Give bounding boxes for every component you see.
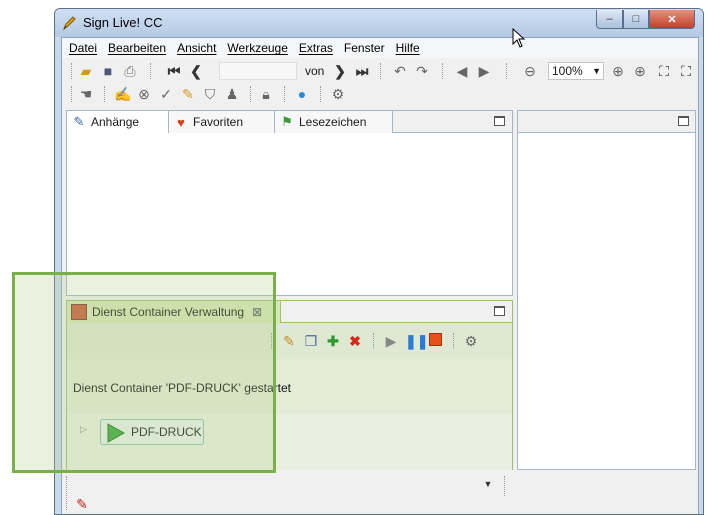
- maximize-button[interactable]: □: [623, 10, 649, 29]
- toolbar-separator: [250, 86, 251, 102]
- minimize-button[interactable]: –: [596, 10, 623, 29]
- status-signature-icon[interactable]: ✎: [74, 496, 90, 512]
- menu-hilfe[interactable]: Hilfe: [396, 41, 420, 55]
- mouse-cursor-icon: [512, 28, 526, 48]
- previous-page-icon[interactable]: ❮: [188, 63, 204, 79]
- zoom-in-icon[interactable]: ⊕: [610, 63, 626, 79]
- fit-width-icon[interactable]: ⛶: [678, 63, 694, 79]
- maximize-panel-button[interactable]: [494, 116, 505, 126]
- undo-icon[interactable]: ↶: [392, 63, 408, 79]
- close-button[interactable]: ✕: [649, 10, 695, 29]
- delete-icon[interactable]: ✖: [347, 333, 363, 349]
- tab-lesezeichen-label: Lesezeichen: [299, 115, 367, 129]
- signature-tool-icon[interactable]: ✍: [114, 86, 131, 102]
- tab-favoriten-label: Favoriten: [193, 115, 244, 129]
- menu-extras[interactable]: Extras: [299, 41, 333, 55]
- menu-fenster[interactable]: Fenster: [344, 41, 385, 55]
- toolbar-separator: [320, 86, 321, 102]
- document-panel: [517, 110, 696, 470]
- zoom-out-icon[interactable]: ⊖: [522, 63, 538, 79]
- maximize-panel-button[interactable]: [678, 116, 689, 126]
- stop-icon[interactable]: [427, 333, 443, 349]
- page-of-label: von: [305, 64, 325, 78]
- secondary-toolbar: ☚ ✍ ⊗ ✓ ✎ ⛉ ♟ 🔒︎ ● ⚙: [62, 83, 698, 105]
- toolbar-separator: [104, 86, 105, 102]
- user-icon[interactable]: ♟: [224, 86, 240, 102]
- maximize-panel-button[interactable]: [494, 306, 505, 316]
- attachments-tabbar: ✎ Anhänge ♥ Favoriten ⚑ Lesezeichen: [67, 111, 512, 133]
- toolbar-separator: [71, 86, 72, 102]
- pause-icon[interactable]: ❚❚: [405, 333, 428, 349]
- pen-nib-icon: [62, 16, 76, 31]
- page-number-input[interactable]: [219, 62, 297, 80]
- verify-icon[interactable]: ✓: [158, 86, 174, 102]
- toolbar-separator: [284, 86, 285, 102]
- forward-icon[interactable]: ▶: [476, 63, 492, 79]
- tab-favoriten[interactable]: ♥ Favoriten: [169, 111, 275, 133]
- lock-icon[interactable]: 🔒︎: [258, 86, 274, 102]
- toolbar-separator: [373, 333, 374, 349]
- chevron-down-icon[interactable]: ▼: [480, 476, 496, 492]
- toolbar-separator: [380, 63, 381, 79]
- back-icon[interactable]: ◀: [454, 63, 470, 79]
- hand-tool-icon[interactable]: ☚: [78, 86, 94, 102]
- play-icon[interactable]: ▶: [383, 333, 399, 349]
- toolbar-separator: [71, 63, 72, 79]
- first-page-icon[interactable]: ⏮: [166, 63, 182, 79]
- tab-anhaenge[interactable]: ✎ Anhänge: [67, 111, 169, 133]
- print-icon[interactable]: ⎙: [122, 63, 138, 79]
- tab-lesezeichen[interactable]: ⚑ Lesezeichen: [275, 111, 393, 133]
- paperclip-icon: ✎: [73, 114, 85, 129]
- zoom-select[interactable]: 100% ▼: [548, 62, 604, 80]
- heart-icon: ♥: [177, 114, 185, 130]
- save-icon[interactable]: ■: [100, 63, 116, 79]
- add-icon[interactable]: ✚: [325, 333, 341, 349]
- menu-bearbeiten[interactable]: Bearbeiten: [108, 41, 166, 55]
- stamp-icon[interactable]: ⊗: [136, 86, 152, 102]
- menu-bar: Datei Bearbeiten Ansicht Werkzeuge Extra…: [62, 38, 698, 58]
- toolbar-separator: [453, 333, 454, 349]
- toolbar-separator: [66, 476, 67, 510]
- document-tabbar: [518, 111, 695, 133]
- chevron-down-icon: ▼: [592, 66, 601, 76]
- last-page-icon[interactable]: ⏭: [354, 63, 370, 79]
- main-toolbar: ▰ ■ ⎙ ⏮ ❮ von ❯ ⏭ ↶ ↷ ◀ ▶ ⊖ 100% ▼ ⊕ ⊕ ⛶: [62, 60, 698, 82]
- toolbar-separator: [150, 63, 151, 79]
- highlight-box: [12, 272, 276, 473]
- zoom-tool-icon[interactable]: ⊕: [632, 63, 648, 79]
- sign-pen-icon[interactable]: ✎: [180, 86, 196, 102]
- menu-ansicht[interactable]: Ansicht: [177, 41, 216, 55]
- attachments-panel: ✎ Anhänge ♥ Favoriten ⚑ Lesezeichen: [66, 110, 513, 296]
- bottom-toolbar: ▼ ✎: [66, 474, 513, 512]
- settings-icon[interactable]: ⚙: [330, 86, 346, 102]
- toolbar-separator: [504, 476, 505, 496]
- settings-icon[interactable]: ⚙: [463, 333, 479, 349]
- redo-icon[interactable]: ↷: [414, 63, 430, 79]
- menu-datei[interactable]: Datei: [69, 41, 97, 55]
- globe-icon[interactable]: ●: [294, 86, 310, 102]
- window-title: Sign Live! CC: [83, 15, 163, 30]
- shield-icon[interactable]: ⛉: [202, 86, 218, 102]
- fit-page-icon[interactable]: ⛶: [656, 63, 672, 79]
- zoom-value: 100%: [552, 64, 583, 78]
- tab-anhaenge-label: Anhänge: [91, 115, 140, 129]
- toolbar-separator: [506, 63, 507, 79]
- bookmark-icon: ⚑: [281, 114, 293, 129]
- title-bar[interactable]: Sign Live! CC – □ ✕: [55, 9, 703, 37]
- menu-werkzeuge[interactable]: Werkzeuge: [227, 41, 287, 55]
- copy-icon[interactable]: ❐: [303, 333, 319, 349]
- open-folder-icon[interactable]: ▰: [78, 63, 94, 79]
- next-page-icon[interactable]: ❯: [332, 63, 348, 79]
- edit-icon[interactable]: ✎: [281, 333, 297, 349]
- toolbar-separator: [442, 63, 443, 79]
